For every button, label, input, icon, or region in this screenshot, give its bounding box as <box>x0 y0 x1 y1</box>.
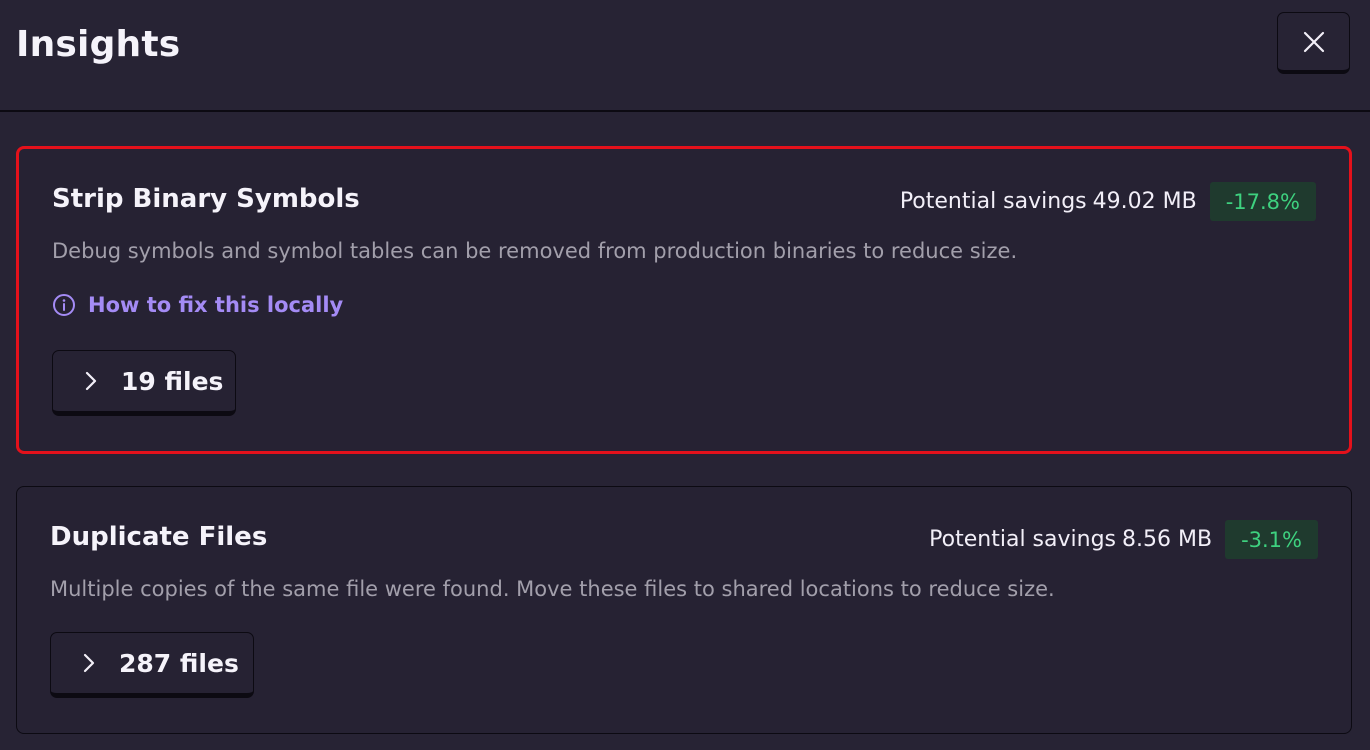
files-toggle-button[interactable]: 19 files <box>52 350 236 416</box>
insight-title: Duplicate Files <box>50 522 268 552</box>
info-icon <box>52 293 76 317</box>
how-to-fix-link[interactable]: How to fix this locally <box>52 293 343 317</box>
insight-card-duplicate-files[interactable]: Duplicate Files Potential savings 8.56 M… <box>16 486 1352 734</box>
insight-title: Strip Binary Symbols <box>52 184 360 214</box>
potential-savings: Potential savings 8.56 MB -3.1% <box>929 520 1318 559</box>
insight-description: Multiple copies of the same file were fo… <box>50 577 1055 601</box>
how-to-fix-label: How to fix this locally <box>88 293 344 317</box>
close-button[interactable] <box>1277 12 1350 74</box>
close-icon <box>1303 31 1324 52</box>
savings-label: Potential savings <box>899 189 1087 214</box>
page-title: Insights <box>16 24 181 65</box>
savings-value: 8.56 MB <box>1122 527 1213 552</box>
files-count-label: 19 files <box>121 366 224 396</box>
files-count-label: 287 files <box>119 648 239 678</box>
savings-label: Potential savings <box>929 527 1116 552</box>
files-toggle-button[interactable]: 287 files <box>50 632 254 698</box>
potential-savings: Potential savings 49.02 MB -17.8% <box>900 182 1316 221</box>
savings-value: 49.02 MB <box>1092 189 1197 214</box>
savings-percent-badge: -3.1% <box>1225 520 1318 559</box>
savings-percent-badge: -17.8% <box>1209 182 1316 221</box>
insight-description: Debug symbols and symbol tables can be r… <box>52 239 1018 263</box>
modal-header: Insights <box>0 0 1370 112</box>
insight-card-strip-binary-symbols[interactable]: Strip Binary Symbols Potential savings 4… <box>16 146 1352 454</box>
chevron-right-icon <box>81 652 97 674</box>
chevron-right-icon <box>83 370 99 392</box>
